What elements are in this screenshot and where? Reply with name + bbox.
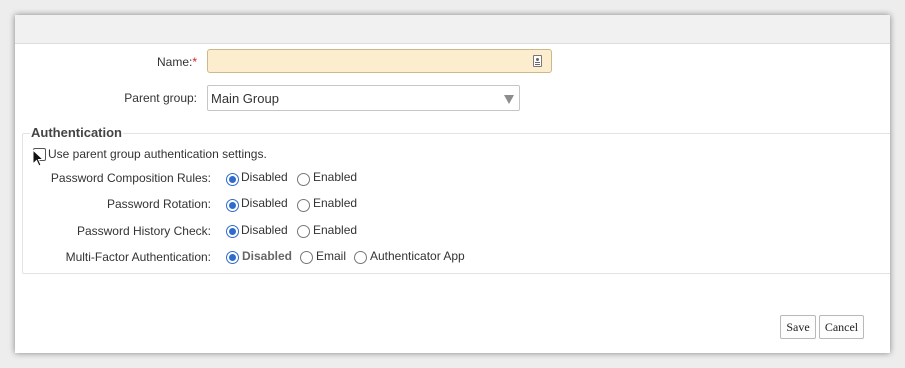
- authentication-legend: Authentication: [30, 125, 123, 140]
- mouse-pointer-icon: [32, 149, 44, 167]
- contact-card-icon[interactable]: [533, 55, 542, 67]
- parent-group-select[interactable]: Main Group: [207, 85, 520, 111]
- parent-group-label: Parent group:: [124, 91, 197, 105]
- parent-group-value: Main Group: [211, 91, 279, 106]
- mfa-disabled-radio[interactable]: [226, 251, 239, 264]
- use-parent-auth-label: Use parent group authentication settings…: [48, 147, 267, 161]
- password-rotation-label: Password Rotation:: [106, 197, 211, 211]
- dialog-titlebar: [15, 15, 890, 44]
- mfa-authenticator-radio[interactable]: [354, 251, 367, 264]
- mfa-label: Multi-Factor Authentication:: [65, 250, 211, 264]
- password-history-enabled-radio[interactable]: [297, 225, 310, 238]
- save-button[interactable]: Save: [780, 315, 816, 339]
- password-history-label: Password History Check:: [76, 224, 211, 238]
- password-rotation-disabled-label: Disabled: [241, 196, 288, 210]
- mfa-disabled-label: Disabled: [242, 249, 293, 263]
- password-composition-enabled-radio[interactable]: [297, 173, 310, 186]
- password-rotation-disabled-radio[interactable]: [226, 199, 239, 212]
- mfa-email-radio[interactable]: [300, 251, 313, 264]
- password-history-enabled-label: Enabled: [313, 223, 358, 237]
- password-history-disabled-label: Disabled: [241, 223, 288, 237]
- required-mark: *: [192, 55, 197, 69]
- password-composition-label: Password Composition Rules:: [50, 171, 211, 185]
- password-composition-enabled-label: Enabled: [313, 170, 358, 184]
- name-label-text: Name:: [156, 55, 193, 69]
- password-composition-disabled-label: Disabled: [241, 170, 288, 184]
- password-rotation-enabled-label: Enabled: [313, 196, 358, 210]
- password-composition-disabled-radio[interactable]: [226, 173, 239, 186]
- password-rotation-enabled-radio[interactable]: [297, 199, 310, 212]
- name-input[interactable]: [207, 49, 552, 73]
- name-label: Name:*: [135, 55, 197, 69]
- cancel-button[interactable]: Cancel: [819, 315, 864, 339]
- group-dialog: Name:* Parent group: Main Group Authenti…: [15, 15, 890, 353]
- mfa-email-label: Email: [316, 249, 347, 263]
- mfa-authenticator-label: Authenticator App: [370, 249, 465, 263]
- password-history-disabled-radio[interactable]: [226, 225, 239, 238]
- chevron-down-icon[interactable]: [504, 95, 514, 104]
